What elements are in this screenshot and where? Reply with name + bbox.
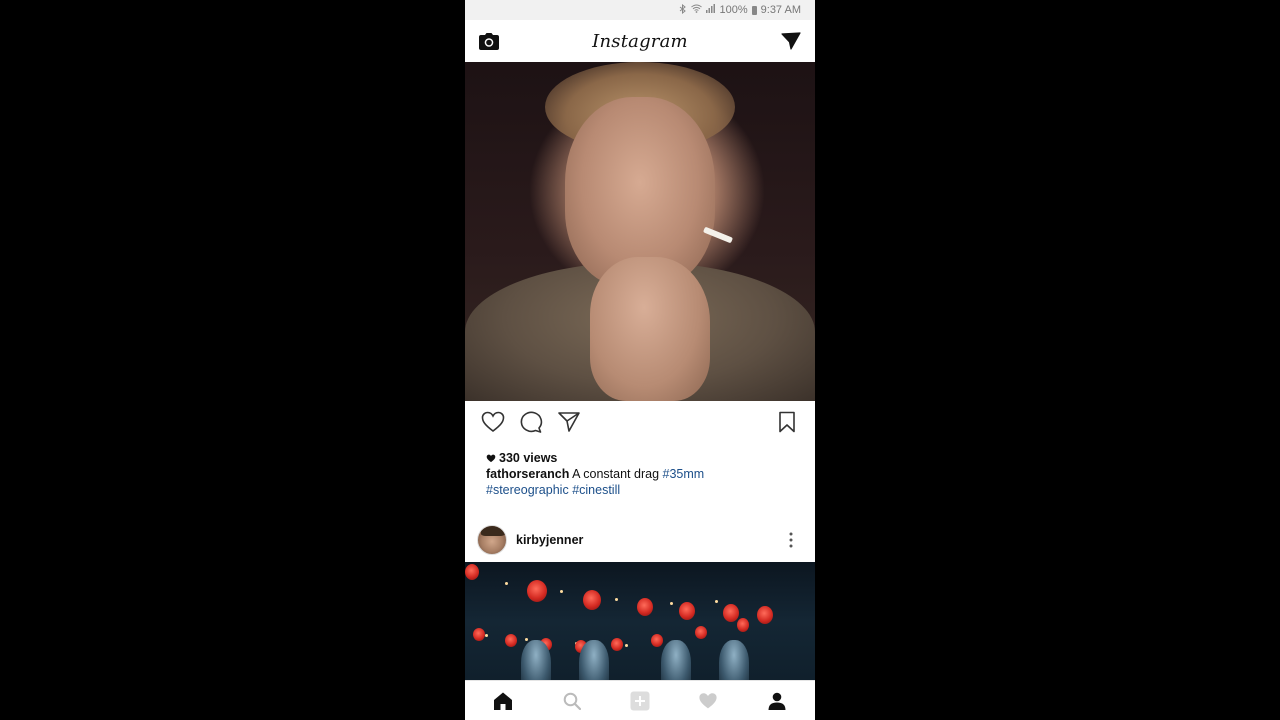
heart-icon[interactable] (481, 410, 505, 434)
light-bulb (615, 598, 618, 601)
clock: 9:37 AM (760, 4, 801, 16)
light-bulb (525, 638, 528, 641)
post2-photo[interactable] (465, 562, 815, 680)
top-nav: Instagram (465, 20, 815, 62)
battery-icon (751, 5, 757, 15)
small-heart-icon (486, 454, 496, 462)
hashtag-link[interactable]: #cinestill (572, 483, 620, 497)
lantern (679, 602, 695, 620)
status-bar: 100% 9:37 AM (465, 0, 815, 20)
lantern (505, 634, 517, 647)
profile-icon[interactable] (757, 686, 797, 716)
light-bulb (625, 644, 628, 647)
lantern (583, 590, 601, 610)
hashtag-link[interactable]: #stereographic (486, 483, 569, 497)
photo-person (521, 640, 551, 680)
photo-person (579, 640, 609, 680)
caption-username[interactable]: fathorseranch (486, 467, 569, 481)
photo-person (661, 640, 691, 680)
photo-hand (590, 257, 710, 401)
phone-screen: 100% 9:37 AM Instagram 330 views fathors… (465, 0, 815, 720)
lantern (651, 634, 663, 647)
lantern (695, 626, 707, 639)
bottom-nav (465, 680, 815, 720)
post-photo[interactable] (465, 62, 815, 401)
post2-header: kirbyjenner (465, 518, 815, 562)
lantern (473, 628, 485, 641)
lantern (737, 618, 749, 632)
photo-person (719, 640, 749, 680)
light-bulb (715, 600, 718, 603)
avatar[interactable] (477, 525, 507, 555)
battery-percent: 100% (719, 4, 748, 16)
bookmark-icon[interactable] (775, 410, 799, 434)
camera-icon[interactable] (477, 29, 501, 53)
bluetooth-icon (679, 3, 687, 17)
instagram-logo: Instagram (592, 30, 688, 52)
lantern (757, 606, 773, 624)
hashtag-link[interactable]: #35mm (663, 467, 705, 481)
views-label: 330 views (499, 451, 558, 465)
post2-username[interactable]: kirbyjenner (516, 533, 779, 547)
signal-icon (705, 4, 716, 16)
light-bulb (505, 582, 508, 585)
more-options-icon[interactable] (779, 528, 803, 552)
post-action-bar (465, 401, 815, 443)
wifi-icon (690, 4, 702, 16)
lantern (611, 638, 623, 651)
direct-message-icon[interactable] (779, 29, 803, 53)
views-count: 330 views (486, 450, 796, 466)
lantern (637, 598, 653, 616)
comment-icon[interactable] (519, 410, 543, 434)
share-icon[interactable] (557, 410, 581, 434)
lantern (723, 604, 739, 622)
post-caption: 330 views fathorseranch A constant drag … (486, 450, 796, 498)
light-bulb (670, 602, 673, 605)
caption-text: fathorseranch A constant drag #35mm #ste… (486, 466, 796, 498)
add-post-icon[interactable] (620, 686, 660, 716)
light-bulb (560, 590, 563, 593)
caption-body: A constant drag (572, 467, 660, 481)
light-bulb (485, 634, 488, 637)
lantern (527, 580, 547, 602)
search-icon[interactable] (552, 686, 592, 716)
lantern (465, 564, 479, 580)
home-icon[interactable] (483, 686, 523, 716)
activity-heart-icon[interactable] (688, 686, 728, 716)
